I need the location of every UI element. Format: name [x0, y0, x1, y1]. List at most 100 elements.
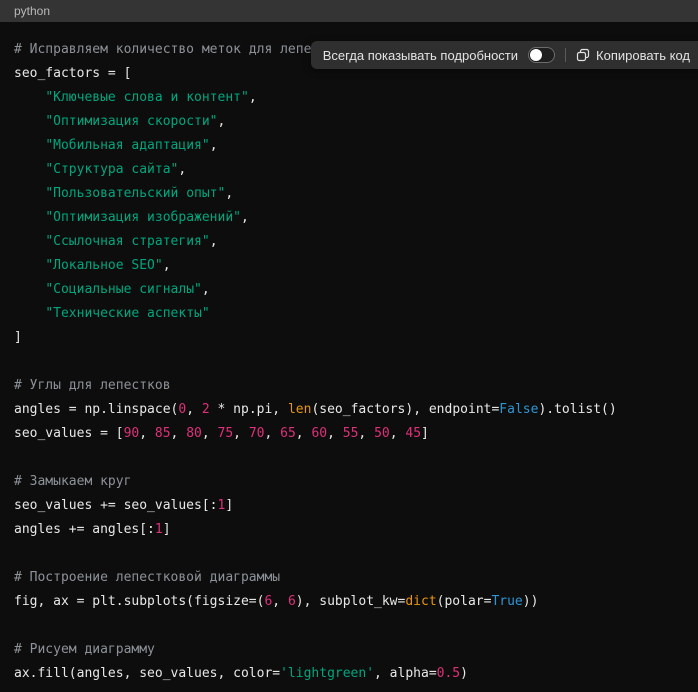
code-token-string: "Локальное SEO"	[45, 258, 162, 273]
code-token-plain: seo_factors = [	[14, 66, 131, 81]
code-line: "Структура сайта",	[14, 158, 684, 182]
code-token-plain: angles += angles[:	[14, 522, 155, 537]
code-token-number: 55	[343, 426, 359, 441]
code-line: "Мобильная адаптация",	[14, 134, 684, 158]
code-token-plain: seo_values += seo_values[:	[14, 498, 218, 513]
code-token-plain: ).tolist()	[538, 402, 616, 417]
copy-code-label: Копировать код	[596, 48, 690, 63]
code-token-number: 60	[311, 426, 327, 441]
code-token-plain	[14, 282, 45, 297]
code-line: angles = np.linspace(0, 2 * np.pi, len(s…	[14, 398, 684, 422]
code-token-string: "Технические аспекты"	[45, 306, 209, 321]
code-token-number: 2	[202, 402, 210, 417]
code-token-plain: ,	[163, 258, 171, 273]
code-token-plain: ), subplot_kw=	[296, 594, 406, 609]
code-token-builtin: len	[288, 402, 311, 417]
floating-toolbar: Всегда показывать подробности Копировать…	[311, 41, 698, 69]
code-line	[14, 614, 684, 638]
code-token-number: 90	[124, 426, 140, 441]
code-line: angles += angles[:1]	[14, 518, 684, 542]
code-token-number: 65	[280, 426, 296, 441]
code-line: fig, ax = plt.subplots(figsize=(6, 6), s…	[14, 590, 684, 614]
code-line: "Социальные сигналы",	[14, 278, 684, 302]
code-token-comment: # Замыкаем круг	[14, 474, 131, 489]
code-line: "Ключевые слова и контент",	[14, 86, 684, 110]
code-token-plain: ax.fill(angles, seo_values, color=	[14, 666, 280, 681]
always-show-details-toggle[interactable]	[528, 47, 555, 63]
code-token-string: "Ключевые слова и контент"	[45, 90, 249, 105]
code-line: # Рисуем диаграмму	[14, 638, 684, 662]
code-token-plain	[14, 114, 45, 129]
code-header: python	[0, 0, 698, 22]
code-token-plain: ]	[163, 522, 171, 537]
code-token-plain: ,	[178, 162, 186, 177]
code-line: # Углы для лепестков	[14, 374, 684, 398]
code-token-plain: ]	[421, 426, 429, 441]
code-token-number: 6	[288, 594, 296, 609]
code-token-plain: ,	[249, 90, 257, 105]
code-token-string: "Мобильная адаптация"	[45, 138, 209, 153]
code-token-string: "Оптимизация изображений"	[45, 210, 241, 225]
code-token-plain: ,	[327, 426, 343, 441]
code-token-plain	[14, 162, 45, 177]
code-token-comment: # Рисуем диаграмму	[14, 642, 155, 657]
code-line	[14, 446, 684, 470]
code-token-comment: # Построение лепестковой диаграммы	[14, 570, 280, 585]
code-token-plain: ,	[264, 426, 280, 441]
code-token-plain	[14, 90, 45, 105]
code-token-plain	[14, 186, 45, 201]
code-line	[14, 350, 684, 374]
code-token-number: 80	[186, 426, 202, 441]
code-token-plain: , alpha=	[374, 666, 437, 681]
code-token-plain: fig, ax = plt.subplots(figsize=(	[14, 594, 264, 609]
code-token-plain: )	[460, 666, 468, 681]
code-block: python # Исправляем количество меток для…	[0, 0, 698, 692]
code-token-plain: ,	[210, 138, 218, 153]
code-line: seo_values += seo_values[:1]	[14, 494, 684, 518]
code-token-comment: # Исправляем количество меток для лепест…	[14, 42, 351, 57]
code-line: # Построение лепестковой диаграммы	[14, 566, 684, 590]
code-token-builtin: dict	[405, 594, 436, 609]
code-token-keyword: True	[491, 594, 522, 609]
code-token-plain: ,	[390, 426, 406, 441]
code-token-plain: ,	[171, 426, 187, 441]
code-token-plain: ,	[272, 594, 288, 609]
code-line: "Оптимизация изображений",	[14, 206, 684, 230]
code-token-number: 0.5	[437, 666, 460, 681]
toggle-knob	[530, 49, 542, 61]
code-token-plain: ))	[523, 594, 539, 609]
code-token-plain	[14, 258, 45, 273]
code-line: "Ссылочная стратегия",	[14, 230, 684, 254]
code-token-number: 75	[218, 426, 234, 441]
code-token-comment: # Углы для лепестков	[14, 378, 171, 393]
code-token-plain: (seo_factors), endpoint=	[311, 402, 499, 417]
code-line: ]	[14, 326, 684, 350]
language-label: python	[14, 4, 50, 18]
copy-code-button[interactable]: Копировать код	[576, 48, 690, 63]
code-token-string: "Пользовательский опыт"	[45, 186, 225, 201]
code-line: # Замыкаем круг	[14, 470, 684, 494]
code-token-string: "Социальные сигналы"	[45, 282, 202, 297]
code-token-plain: ,	[210, 234, 218, 249]
code-line: ax.fill(angles, seo_values, color='light…	[14, 662, 684, 686]
code-token-string: "Структура сайта"	[45, 162, 178, 177]
code-token-number: 70	[249, 426, 265, 441]
code-line: "Пользовательский опыт",	[14, 182, 684, 206]
code-token-plain: ]	[225, 498, 233, 513]
always-show-details-label: Всегда показывать подробности	[323, 48, 518, 63]
code-token-plain: ]	[14, 330, 22, 345]
code-token-plain	[14, 210, 45, 225]
code-token-plain	[14, 234, 45, 249]
code-token-string: "Оптимизация скорости"	[45, 114, 217, 129]
code-token-plain: (polar=	[437, 594, 492, 609]
code-token-string: 'lightgreen'	[280, 666, 374, 681]
code-token-plain: ,	[225, 186, 233, 201]
code-token-string: "Ссылочная стратегия"	[45, 234, 209, 249]
code-token-plain: seo_values = [	[14, 426, 124, 441]
code-token-plain	[14, 138, 45, 153]
copy-icon	[576, 48, 590, 62]
code-token-plain: ,	[186, 402, 202, 417]
code-token-plain: ,	[241, 210, 249, 225]
code-token-number: 45	[405, 426, 421, 441]
code-token-keyword: False	[499, 402, 538, 417]
